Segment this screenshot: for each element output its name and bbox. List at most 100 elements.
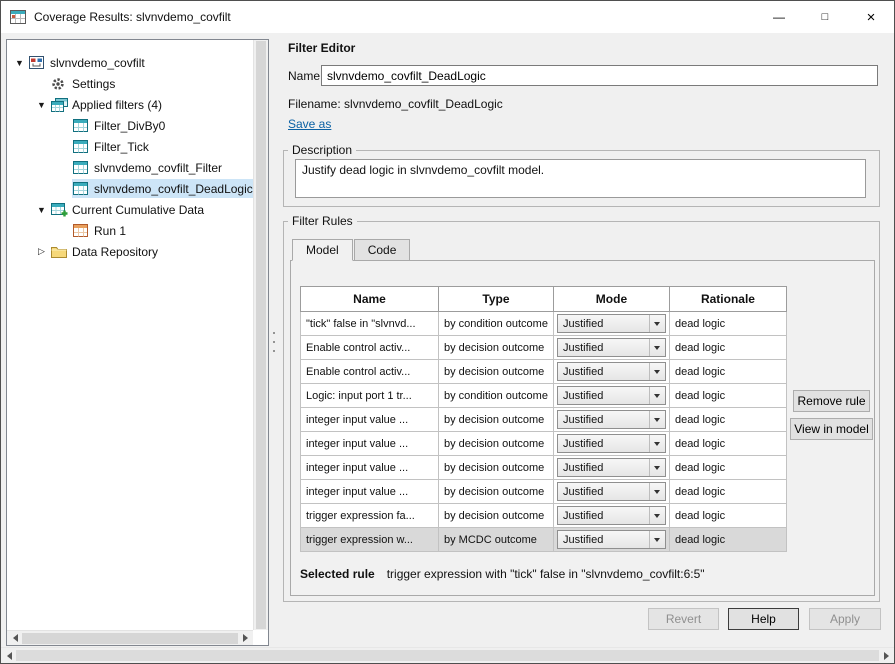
tab-code[interactable]: Code	[354, 239, 411, 261]
mode-dropdown-value: Justified	[563, 486, 649, 498]
rule-name-cell: "tick" false in "slvnvd...	[301, 312, 439, 336]
tree-item-slvnvdemo-covfilt[interactable]: ▼ slvnvdemo_covfilt	[7, 52, 253, 73]
mode-dropdown[interactable]: Justified	[557, 314, 666, 333]
mode-dropdown-value: Justified	[563, 438, 649, 450]
rule-type-cell: by MCDC outcome	[439, 528, 554, 552]
revert-button[interactable]: Revert	[648, 608, 719, 630]
selected-rule-value: trigger expression with "tick" false in …	[387, 567, 705, 581]
scrollbar-thumb[interactable]	[16, 650, 879, 661]
col-header-name: Name	[301, 287, 439, 312]
rule-rationale-cell: dead logic	[669, 528, 786, 552]
rule-rationale-cell: dead logic	[669, 456, 786, 480]
expand-arrow-icon[interactable]: ▷	[33, 246, 50, 257]
gear-icon	[51, 77, 69, 91]
mode-dropdown-value: Justified	[563, 318, 649, 330]
rule-type-cell: by decision outcome	[439, 504, 554, 528]
scrollbar-thumb[interactable]	[256, 41, 266, 629]
apply-button[interactable]: Apply	[809, 608, 881, 630]
selected-rule-line: Selected ruletrigger expression with "ti…	[300, 567, 705, 581]
rule-type-cell: by condition outcome	[439, 384, 554, 408]
tree-item-label: slvnvdemo_covfilt	[50, 56, 145, 70]
results-tree: ▼ slvnvdemo_covfilt Settings ▼ Applied filte…	[7, 40, 253, 630]
panel-title: Filter Editor	[288, 41, 355, 55]
remove-rule-button[interactable]: Remove rule	[793, 390, 870, 412]
scroll-left-button[interactable]	[1, 648, 16, 663]
rule-mode-cell: Justified	[553, 336, 669, 360]
rule-row[interactable]: Enable control activ...by decision outco…	[301, 360, 787, 384]
rule-type-cell: by condition outcome	[439, 312, 554, 336]
mode-dropdown[interactable]: Justified	[557, 338, 666, 357]
tree-item-label: Applied filters (4)	[72, 98, 162, 112]
rule-row[interactable]: integer input value ...by decision outco…	[301, 432, 787, 456]
rule-rationale-cell: dead logic	[669, 408, 786, 432]
minimize-button[interactable]: —	[756, 1, 802, 33]
scroll-left-button[interactable]	[7, 631, 22, 646]
rule-mode-cell: Justified	[553, 384, 669, 408]
mode-dropdown-value: Justified	[563, 390, 649, 402]
tree-item-settings[interactable]: Settings	[7, 73, 253, 94]
mode-dropdown[interactable]: Justified	[557, 434, 666, 453]
tree-horizontal-scrollbar[interactable]	[7, 630, 253, 645]
tree-item-slvnvdemo-covfilt-deadlogic[interactable]: slvnvdemo_covfilt_DeadLogic	[7, 178, 253, 199]
mode-dropdown-value: Justified	[563, 510, 649, 522]
rule-mode-cell: Justified	[553, 480, 669, 504]
panel-splitter[interactable]	[271, 332, 277, 352]
rule-row[interactable]: Enable control activ...by decision outco…	[301, 336, 787, 360]
chevron-down-icon	[649, 459, 665, 476]
maximize-button[interactable]: □	[802, 1, 848, 33]
rule-row[interactable]: Logic: input port 1 tr...by condition ou…	[301, 384, 787, 408]
rule-name-cell: integer input value ...	[301, 456, 439, 480]
tree-item-data-repository[interactable]: ▷ Data Repository	[7, 241, 253, 262]
tree-item-current-cumulative-data[interactable]: ▼Current Cumulative Data	[7, 199, 253, 220]
run-icon	[73, 224, 91, 237]
rule-type-cell: by decision outcome	[439, 432, 554, 456]
view-in-model-button[interactable]: View in model	[790, 418, 873, 440]
rule-rationale-cell: dead logic	[669, 480, 786, 504]
rules-tab-panel: Name Type Mode Rationale "tick" false in…	[290, 260, 875, 596]
scroll-right-button[interactable]	[238, 631, 253, 646]
filter-icon	[73, 140, 91, 153]
rules-table-body: "tick" false in "slvnvd...by condition o…	[301, 312, 787, 552]
rule-row[interactable]: trigger expression fa...by decision outc…	[301, 504, 787, 528]
rule-row[interactable]: integer input value ...by decision outco…	[301, 408, 787, 432]
rule-name-cell: integer input value ...	[301, 480, 439, 504]
scrollbar-thumb[interactable]	[22, 633, 238, 644]
name-input[interactable]	[321, 65, 878, 86]
mode-dropdown[interactable]: Justified	[557, 386, 666, 405]
rule-type-cell: by decision outcome	[439, 456, 554, 480]
close-button[interactable]: ×	[848, 1, 894, 33]
collapse-arrow-icon[interactable]: ▼	[33, 100, 50, 110]
rule-row[interactable]: integer input value ...by decision outco…	[301, 456, 787, 480]
scroll-right-button[interactable]	[879, 648, 894, 663]
tree-item-applied-filters[interactable]: ▼ Applied filters (4)	[7, 94, 253, 115]
mode-dropdown[interactable]: Justified	[557, 482, 666, 501]
col-header-type: Type	[439, 287, 554, 312]
mode-dropdown[interactable]: Justified	[557, 410, 666, 429]
tree-item-filter-divby0[interactable]: Filter_DivBy0	[7, 115, 253, 136]
tree-item-filter-tick[interactable]: Filter_Tick	[7, 136, 253, 157]
tab-model[interactable]: Model	[292, 239, 353, 261]
mode-dropdown[interactable]: Justified	[557, 506, 666, 525]
rule-mode-cell: Justified	[553, 312, 669, 336]
mode-dropdown[interactable]: Justified	[557, 458, 666, 477]
window-title: Coverage Results: slvnvdemo_covfilt	[34, 10, 231, 24]
window-horizontal-scrollbar[interactable]	[1, 647, 894, 663]
rule-row[interactable]: trigger expression w...by MCDC outcomeJu…	[301, 528, 787, 552]
collapse-arrow-icon[interactable]: ▼	[11, 58, 28, 68]
collapse-arrow-icon[interactable]: ▼	[33, 205, 50, 215]
rule-row[interactable]: "tick" false in "slvnvd...by condition o…	[301, 312, 787, 336]
save-as-link[interactable]: Save as	[288, 117, 331, 131]
mode-dropdown[interactable]: Justified	[557, 362, 666, 381]
mode-dropdown[interactable]: Justified	[557, 530, 666, 549]
description-textarea[interactable]: Justify dead logic in slvnvdemo_covfilt …	[295, 159, 866, 198]
tree-item-label: slvnvdemo_covfilt_Filter	[94, 161, 222, 175]
tree-item-label: Filter_Tick	[94, 140, 149, 154]
tree-item-slvnvdemo-covfilt-filter[interactable]: slvnvdemo_covfilt_Filter	[7, 157, 253, 178]
rule-row[interactable]: integer input value ...by decision outco…	[301, 480, 787, 504]
tree-vertical-scrollbar[interactable]	[253, 40, 268, 630]
help-button[interactable]: Help	[728, 608, 799, 630]
table-header-row: Name Type Mode Rationale	[301, 287, 787, 312]
tree-item-label: Data Repository	[72, 245, 158, 259]
filter-icon	[73, 119, 91, 132]
tree-item-run-1[interactable]: Run 1	[7, 220, 253, 241]
